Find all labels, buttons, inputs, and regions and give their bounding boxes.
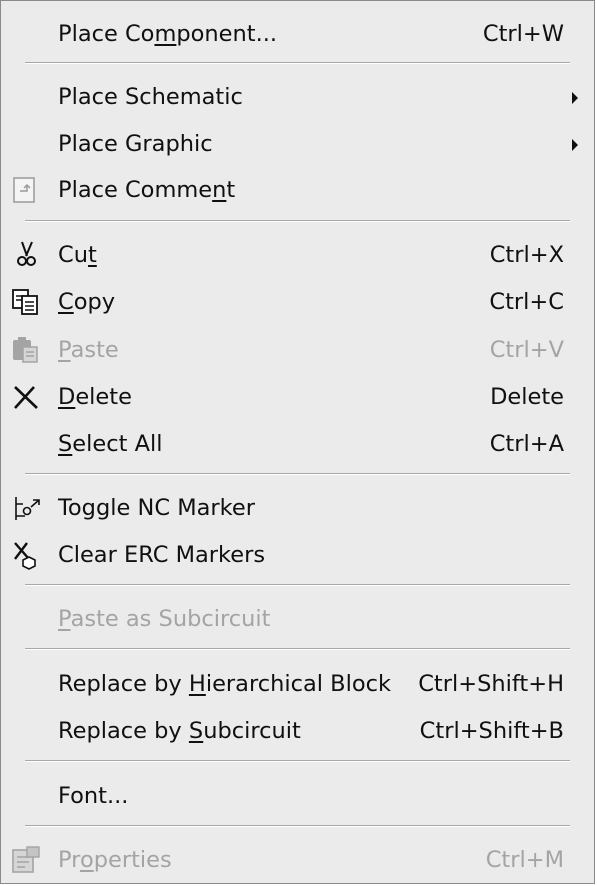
menu-item-properties: Properties Ctrl+M <box>3 837 592 883</box>
menu-item-label: Replace by Subcircuit <box>58 718 301 744</box>
menu-item-label: Clear ERC Markers <box>58 542 266 568</box>
menu-item-copy[interactable]: Copy Ctrl+C <box>3 279 592 325</box>
menu-item-label: Delete <box>58 384 132 410</box>
menu-item-label: Paste as Subcircuit <box>58 606 271 632</box>
shortcut-label: Ctrl+V <box>489 337 564 363</box>
shortcut-label: Ctrl+Shift+H <box>418 671 564 697</box>
menu-separator <box>25 220 570 222</box>
menu-item-toggle-nc-marker[interactable]: Toggle NC Marker <box>3 485 592 531</box>
clipboard-icon <box>9 334 43 366</box>
menu-item-select-all[interactable]: Select All Ctrl+A <box>3 421 592 467</box>
comment-icon <box>9 174 43 206</box>
submenu-arrow-icon <box>572 92 578 104</box>
scissors-icon <box>9 239 43 271</box>
menu-item-paste: Paste Ctrl+V <box>3 327 592 373</box>
menu-item-cut[interactable]: Cut Ctrl+X <box>3 232 592 278</box>
menu-item-label: Copy <box>58 289 116 315</box>
menu-item-label: Select All <box>58 431 163 457</box>
menu-item-label: Place Comment <box>58 177 236 203</box>
menu-item-label: Font... <box>58 783 129 809</box>
submenu-arrow-icon <box>572 139 578 151</box>
shortcut-label: Ctrl+Shift+B <box>419 718 564 744</box>
clear-erc-icon <box>9 539 43 571</box>
menu-item-label: Paste <box>58 337 119 363</box>
shortcut-label: Delete <box>490 384 564 410</box>
shortcut-label: Ctrl+C <box>489 289 564 315</box>
delete-x-icon <box>9 381 43 413</box>
menu-item-place-graphic[interactable]: Place Graphic <box>3 121 592 167</box>
menu-item-place-schematic[interactable]: Place Schematic <box>3 74 592 120</box>
menu-separator <box>25 62 570 64</box>
context-menu: Place Component... Ctrl+W Place Schemati… <box>0 0 595 884</box>
menu-item-replace-by-subcircuit[interactable]: Replace by Subcircuit Ctrl+Shift+B <box>3 708 592 754</box>
shortcut-label: Ctrl+X <box>489 242 564 268</box>
menu-item-place-component[interactable]: Place Component... Ctrl+W <box>3 11 592 57</box>
menu-item-label: Place Component... <box>58 21 278 47</box>
menu-item-label: Cut <box>58 242 97 268</box>
menu-separator <box>25 825 570 827</box>
menu-item-label: Place Graphic <box>58 131 213 157</box>
menu-separator <box>25 473 570 475</box>
menu-item-paste-as-subcircuit: Paste as Subcircuit <box>3 596 592 642</box>
properties-icon <box>9 844 43 876</box>
menu-item-replace-by-hierarchical-block[interactable]: Replace by Hierarchical Block Ctrl+Shift… <box>3 661 592 707</box>
menu-item-place-comment[interactable]: Place Comment <box>3 167 592 213</box>
menu-separator <box>25 760 570 762</box>
menu-item-font[interactable]: Font... <box>3 773 592 819</box>
menu-item-label: Toggle NC Marker <box>58 495 255 521</box>
menu-item-label: Place Schematic <box>58 84 243 110</box>
shortcut-label: Ctrl+M <box>485 847 564 873</box>
menu-separator <box>25 648 570 650</box>
shortcut-label: Ctrl+A <box>489 431 564 457</box>
menu-separator <box>25 584 570 586</box>
menu-item-clear-erc-markers[interactable]: Clear ERC Markers <box>3 532 592 578</box>
shortcut-label: Ctrl+W <box>482 21 564 47</box>
menu-item-label: Properties <box>58 847 172 873</box>
menu-item-label: Replace by Hierarchical Block <box>58 671 392 697</box>
nc-marker-icon <box>9 492 43 524</box>
copy-icon <box>9 286 43 318</box>
menu-item-delete[interactable]: Delete Delete <box>3 374 592 420</box>
